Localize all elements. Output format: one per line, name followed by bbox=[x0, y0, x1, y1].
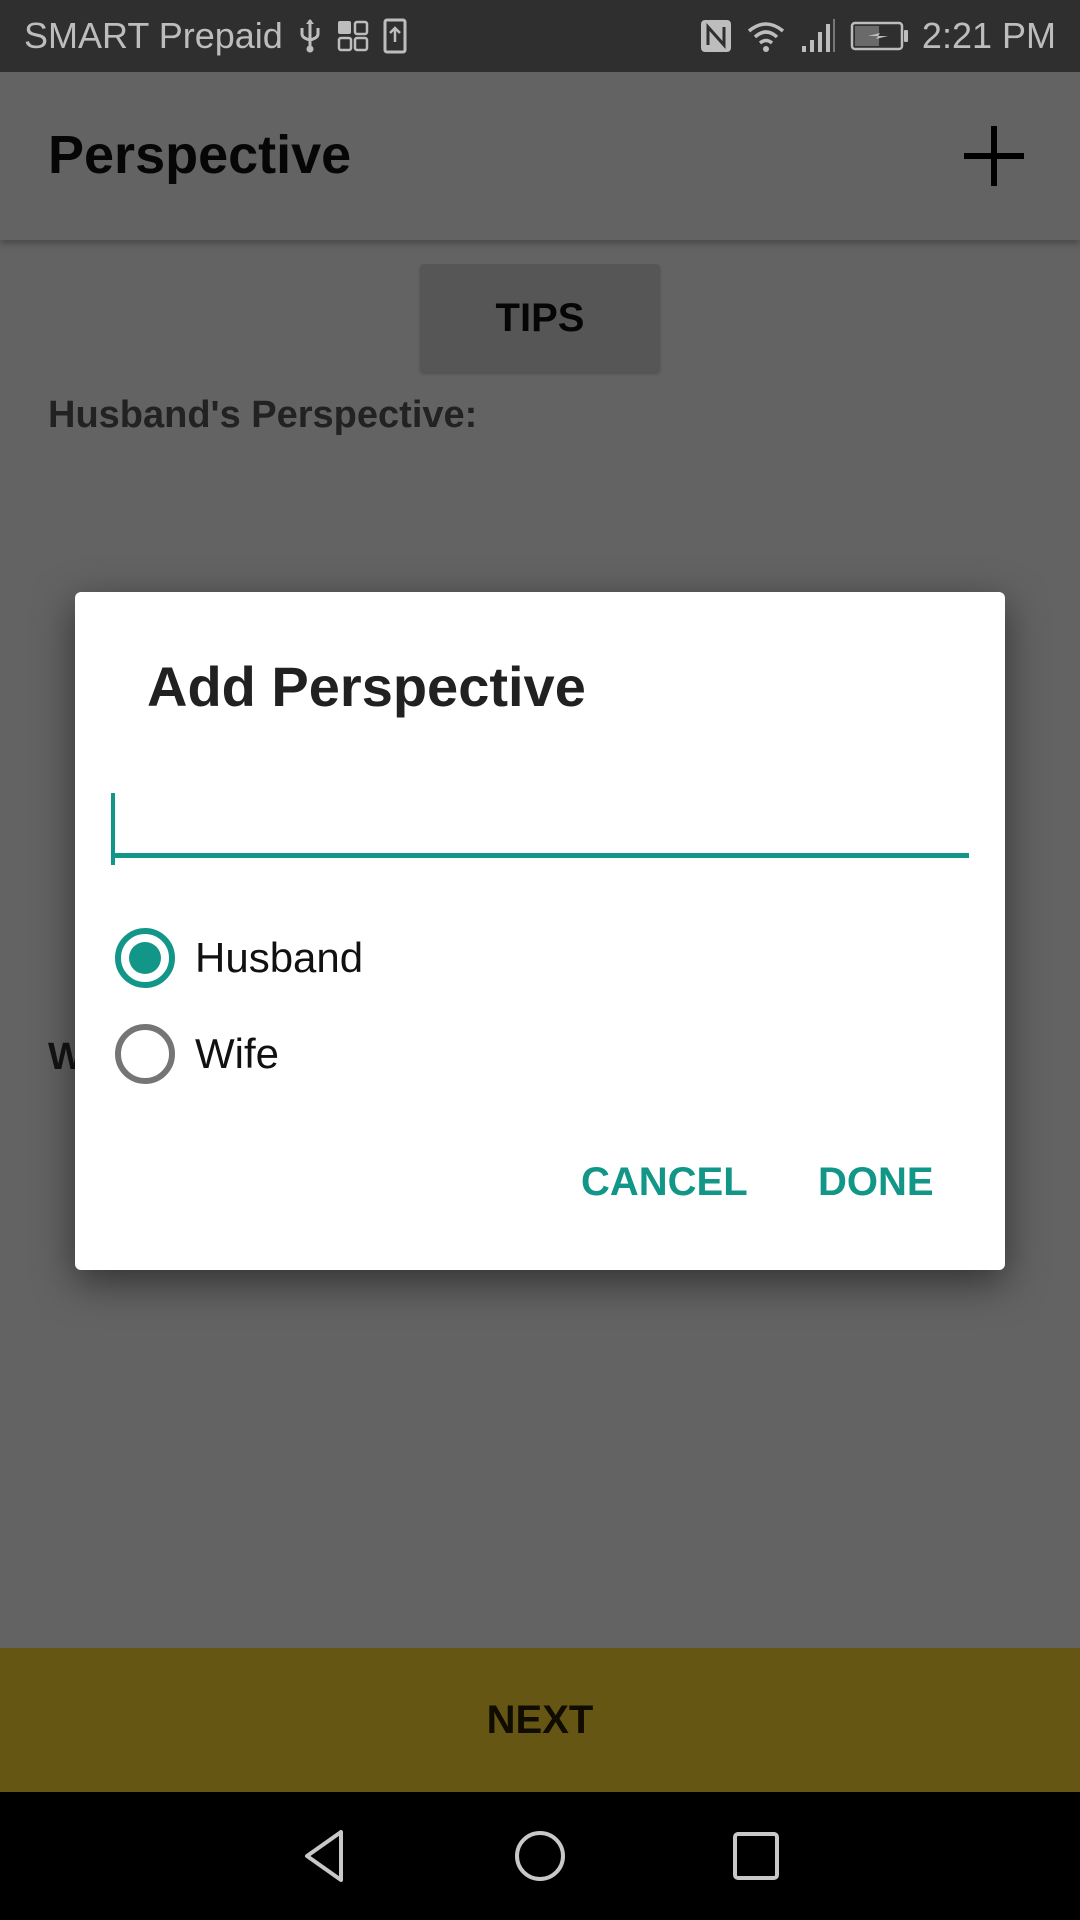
app-grid-icon bbox=[337, 20, 369, 52]
add-perspective-dialog: Add Perspective Husband Wife CANCEL DONE bbox=[75, 592, 1005, 1270]
back-icon bbox=[305, 1830, 343, 1882]
done-button[interactable]: DONE bbox=[818, 1160, 934, 1205]
radio-checked-icon[interactable] bbox=[115, 928, 175, 988]
battery-charging-icon bbox=[850, 20, 910, 52]
upload-icon bbox=[383, 18, 407, 54]
dialog-title: Add Perspective bbox=[147, 655, 586, 718]
home-icon bbox=[515, 1831, 565, 1881]
wifi-icon bbox=[746, 19, 786, 53]
navigation-bar bbox=[0, 1792, 1080, 1920]
recents-button[interactable] bbox=[701, 1801, 811, 1911]
radio-label: Wife bbox=[195, 1030, 279, 1077]
recents-icon bbox=[733, 1832, 779, 1880]
home-button[interactable] bbox=[485, 1801, 595, 1911]
text-cursor bbox=[111, 793, 115, 865]
radio-option-husband[interactable]: Husband bbox=[115, 928, 363, 988]
usb-icon bbox=[297, 18, 323, 54]
clock: 2:21 PM bbox=[921, 15, 1056, 56]
signal-icon bbox=[800, 18, 836, 54]
radio-label: Husband bbox=[195, 934, 364, 981]
perspective-input[interactable] bbox=[111, 772, 969, 858]
back-button[interactable] bbox=[269, 1801, 379, 1911]
cancel-button[interactable]: CANCEL bbox=[581, 1160, 748, 1205]
carrier-name: SMART Prepaid bbox=[24, 15, 283, 56]
nfc-icon bbox=[700, 19, 732, 53]
radio-option-wife[interactable]: Wife bbox=[115, 1024, 279, 1084]
status-bar: SMART Prepaid 2:21 PM bbox=[0, 0, 1080, 72]
radio-unchecked-icon[interactable] bbox=[115, 1024, 175, 1084]
